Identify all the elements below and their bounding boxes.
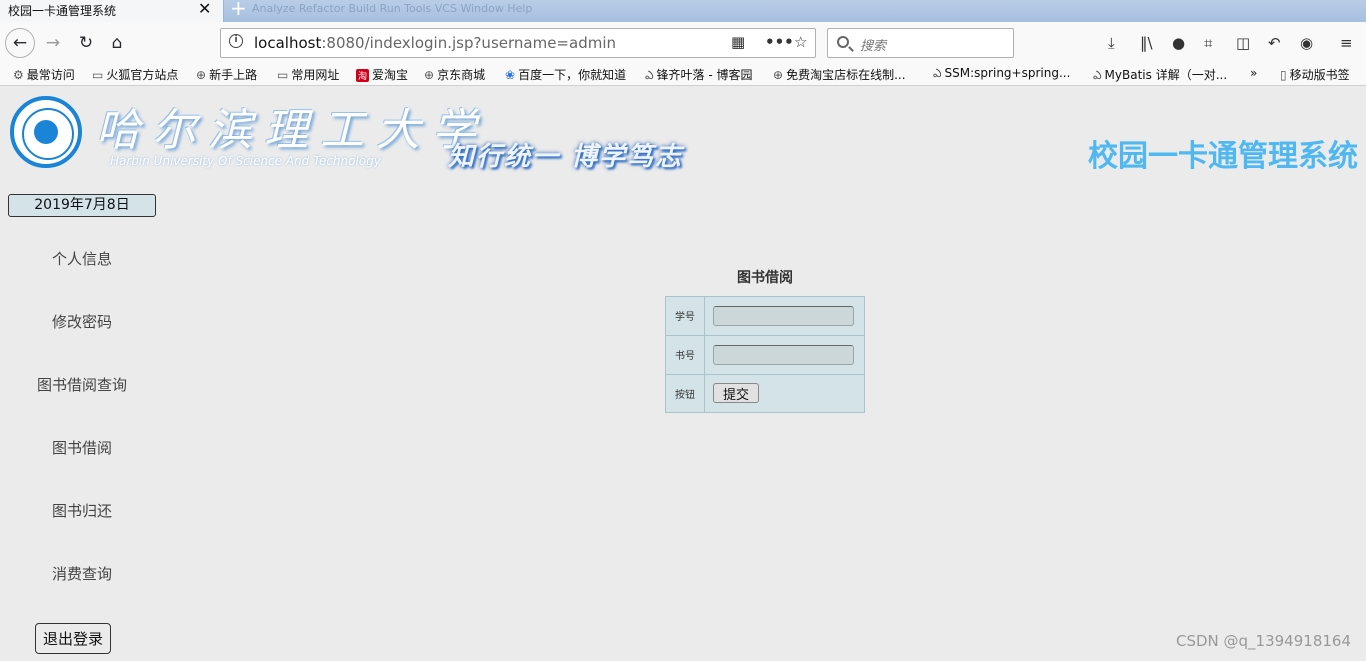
download-icon[interactable]: ⤓ bbox=[1108, 34, 1115, 52]
crop-icon[interactable]: ⌗ bbox=[1204, 34, 1212, 52]
close-tab-icon[interactable]: ✕ bbox=[198, 0, 211, 18]
reload-icon: ↻ bbox=[78, 33, 94, 53]
sidebar-item-borrow-query[interactable]: 图书借阅查询 bbox=[0, 374, 164, 395]
bookmark-item[interactable]: ⊕ 新手上路 bbox=[196, 66, 257, 83]
bookmark-item[interactable]: ⚙ 最常访问 bbox=[13, 66, 75, 83]
university-emblem-icon bbox=[10, 96, 82, 168]
cnblogs-icon: ఎ bbox=[645, 68, 654, 82]
sidebar-item-consumption-query[interactable]: 消费查询 bbox=[0, 563, 164, 584]
submit-button[interactable]: 提交 bbox=[713, 383, 759, 404]
university-name-en: Harbin University Of Science And Technol… bbox=[110, 154, 381, 168]
background-window-menu: Analyze Refactor Build Run Tools VCS Win… bbox=[252, 2, 533, 15]
mobile-icon: ▯ bbox=[1280, 68, 1287, 82]
table-row: 按钮 提交 bbox=[665, 373, 865, 414]
globe-icon: ⊕ bbox=[424, 68, 435, 82]
new-tab-icon[interactable]: + bbox=[230, 0, 247, 20]
bookmark-item[interactable]: ▯ 移动版书签 bbox=[1280, 66, 1350, 83]
bookmark-item[interactable]: ⊕ 京东商城 bbox=[424, 66, 485, 83]
url-bar[interactable]: i localhost:8080/indexlogin.jsp?username… bbox=[220, 28, 816, 58]
folder-icon: ▭ bbox=[277, 68, 289, 82]
forward-button[interactable]: → bbox=[38, 28, 68, 58]
library-icon[interactable]: ‖\ bbox=[1140, 34, 1153, 52]
folder-icon: ▭ bbox=[92, 68, 104, 82]
search-placeholder: 搜索 bbox=[860, 39, 887, 54]
bookmark-item[interactable]: 淘爱淘宝 bbox=[356, 66, 408, 83]
sidebar-item-return-book[interactable]: 图书归还 bbox=[0, 500, 164, 521]
tab-title: 校园一卡通管理系统 bbox=[8, 4, 117, 18]
search-bar[interactable]: 搜索 bbox=[827, 28, 1014, 58]
bookmark-item[interactable]: ▭ 火狐官方站点 bbox=[92, 66, 178, 83]
account-icon[interactable]: ◉ bbox=[1300, 34, 1313, 52]
watermark: CSDN @q_1394918164 bbox=[1176, 632, 1351, 650]
bookmark-item[interactable]: ఎ SSM:spring+spring... bbox=[933, 66, 1070, 83]
date-display: 2019年7月8日 bbox=[8, 194, 156, 217]
system-title: 校园一卡通管理系统 bbox=[1088, 139, 1358, 174]
university-name-cn: 哈尔滨理工大学 bbox=[96, 105, 488, 156]
bookmark-item[interactable]: ఎ 锋齐叶落 - 博客园 bbox=[645, 66, 753, 85]
tab-active[interactable]: 校园一卡通管理系统 ✕ bbox=[0, 0, 224, 22]
form-title: 图书借阅 bbox=[737, 270, 793, 286]
page-content: 哈尔滨理工大学 Harbin University Of Science And… bbox=[0, 86, 1366, 661]
taobao-icon: 淘 bbox=[356, 69, 370, 82]
qr-code-icon[interactable]: ▦ bbox=[731, 33, 745, 51]
back-button[interactable]: ← bbox=[5, 28, 35, 58]
student-id-label: 学号 bbox=[665, 296, 705, 336]
sidebar-item-personal-info[interactable]: 个人信息 bbox=[0, 248, 164, 269]
gear-icon: ⚙ bbox=[13, 68, 24, 82]
info-icon[interactable]: i bbox=[229, 34, 243, 48]
student-id-input[interactable] bbox=[713, 306, 854, 327]
bookmark-item[interactable]: ⊕ 免费淘宝店标在线制... bbox=[773, 66, 906, 83]
logout-button[interactable]: 退出登录 bbox=[35, 623, 111, 654]
sidebar-item-change-password[interactable]: 修改密码 bbox=[0, 311, 164, 332]
bookmarks-overflow-icon[interactable]: » bbox=[1250, 66, 1257, 80]
arrow-right-icon: → bbox=[45, 33, 61, 53]
university-motto: 知行统一 博学笃志 bbox=[448, 142, 684, 172]
chat-icon[interactable]: ● bbox=[1172, 34, 1185, 52]
bookmark-item[interactable]: ఎ MyBatis 详解（一对... bbox=[1093, 66, 1227, 85]
undo-icon[interactable]: ↶ bbox=[1268, 34, 1281, 52]
book-id-input[interactable] bbox=[713, 345, 854, 366]
bookmark-item[interactable]: ❀ 百度一下，你就知道 bbox=[505, 66, 626, 83]
home-button[interactable]: ⌂ bbox=[102, 28, 132, 58]
bookmarks-bar: ⚙ 最常访问 ▭ 火狐官方站点 ⊕ 新手上路 ▭ 常用网址 淘爱淘宝 ⊕ 京东商城 ❀ 百度… bbox=[0, 64, 1366, 86]
cnblogs-icon: ఎ bbox=[933, 66, 942, 80]
star-icon[interactable]: ☆ bbox=[794, 33, 807, 51]
borrow-form-table: 学号 书号 按钮 提交 bbox=[665, 296, 865, 414]
reload-button[interactable]: ↻ bbox=[71, 28, 101, 58]
tab-strip: 校园一卡通管理系统 ✕ + Analyze Refactor Build Run… bbox=[0, 0, 1366, 22]
table-row: 书号 bbox=[665, 334, 865, 375]
table-row: 学号 bbox=[665, 296, 865, 336]
bookmark-item[interactable]: ▭ 常用网址 bbox=[277, 66, 339, 83]
arrow-left-icon: ← bbox=[12, 33, 28, 53]
menu-icon[interactable]: ≡ bbox=[1340, 34, 1353, 52]
globe-icon: ⊕ bbox=[773, 68, 784, 82]
page-actions-icon[interactable]: ••• bbox=[765, 33, 794, 51]
book-id-label: 书号 bbox=[665, 334, 705, 375]
button-label: 按钮 bbox=[665, 373, 705, 414]
home-icon: ⌂ bbox=[111, 33, 123, 53]
globe-icon: ⊕ bbox=[196, 68, 207, 82]
baidu-paw-icon: ❀ bbox=[505, 68, 516, 82]
sidebar-icon[interactable]: ◫ bbox=[1236, 34, 1250, 52]
url-text[interactable]: localhost:8080/indexlogin.jsp?username=a… bbox=[254, 34, 616, 52]
navigation-toolbar: ← → ↻ ⌂ i localhost:8080/indexlogin.jsp?… bbox=[0, 22, 1366, 64]
cnblogs-icon: ఎ bbox=[1093, 68, 1102, 82]
search-icon bbox=[837, 36, 849, 48]
sidebar-item-borrow-book[interactable]: 图书借阅 bbox=[0, 437, 164, 458]
